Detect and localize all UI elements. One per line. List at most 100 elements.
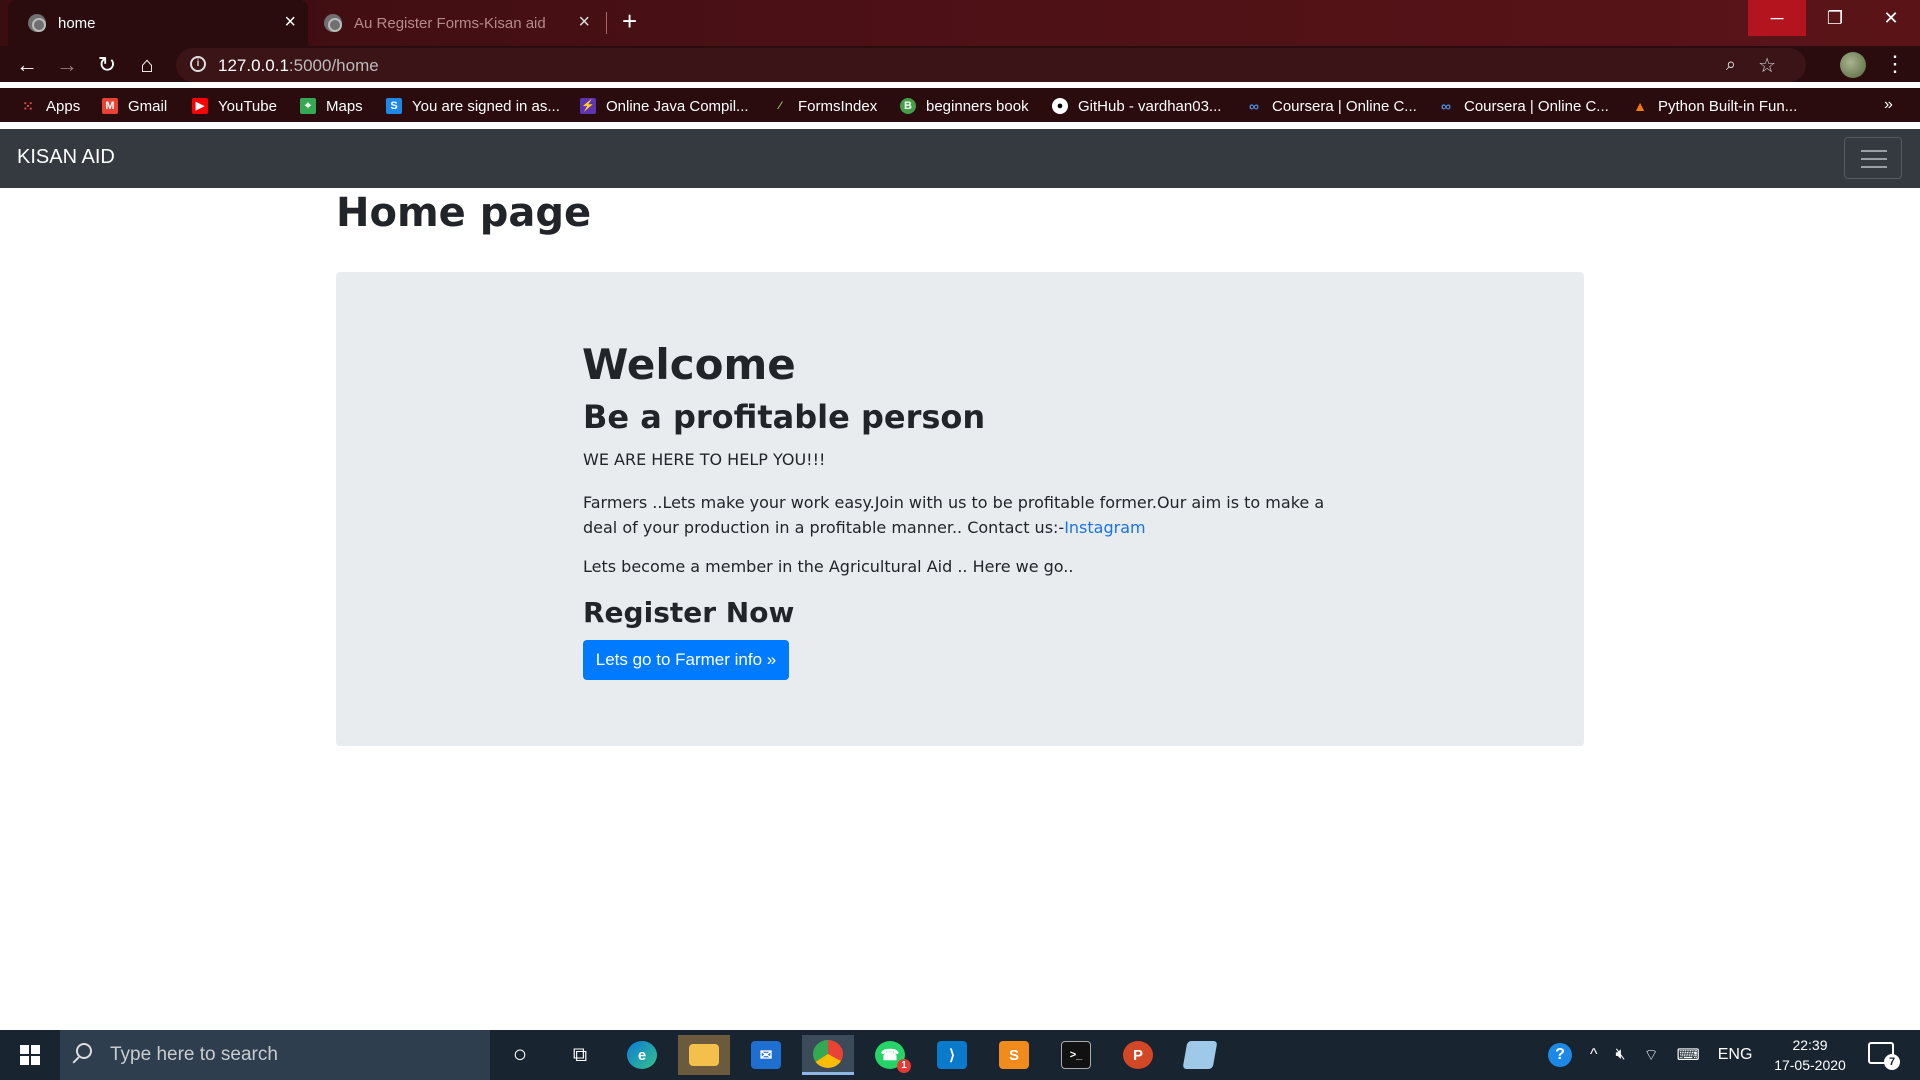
- intro-text: Farmers ..Lets make your work easy.Join …: [583, 493, 1325, 537]
- minimize-button[interactable]: ─: [1748, 0, 1806, 36]
- bookmark-java-compiler[interactable]: ⚡ Online Java Compil...: [580, 95, 749, 117]
- bookmark-label: Maps: [326, 97, 363, 115]
- bookmark-python[interactable]: ▲ Python Built-in Fun...: [1632, 95, 1797, 117]
- gmail-icon: M: [102, 98, 118, 114]
- language-indicator[interactable]: ENG: [1718, 1046, 1753, 1064]
- edge-icon[interactable]: e: [616, 1035, 668, 1075]
- coursera-icon: ∞: [1441, 98, 1451, 114]
- whatsapp-icon[interactable]: ☎ 1: [864, 1035, 916, 1075]
- profile-avatar[interactable]: [1840, 52, 1866, 78]
- keyboard-icon[interactable]: ⌨: [1677, 1045, 1700, 1065]
- forward-arrow-icon[interactable]: →: [54, 52, 80, 78]
- system-tray: ? ^ 🔇︎ ⌔ ⌨ ENG: [1548, 1030, 1752, 1080]
- brand-link[interactable]: KISAN AID: [17, 146, 115, 169]
- github-icon: ●: [1052, 98, 1068, 114]
- back-arrow-icon[interactable]: ←: [14, 52, 40, 78]
- farmer-info-button[interactable]: Lets go to Farmer info »: [583, 640, 789, 680]
- cortana-icon[interactable]: ○: [494, 1035, 546, 1075]
- sublime-icon[interactable]: S: [988, 1035, 1040, 1075]
- more-menu-icon[interactable]: ⋮: [1884, 50, 1906, 78]
- bookmark-coursera-2[interactable]: ∞ Coursera | Online C...: [1438, 95, 1609, 117]
- close-tab-icon[interactable]: ×: [578, 12, 590, 32]
- taskbar-search-box[interactable]: Type here to search: [60, 1030, 490, 1080]
- tab-separator: [606, 12, 607, 34]
- clock-date: 17-05-2020: [1774, 1057, 1846, 1073]
- bookmark-maps[interactable]: ⌖ Maps: [300, 95, 363, 117]
- page-title: Home page: [336, 190, 592, 236]
- vscode-icon[interactable]: ⟩: [926, 1035, 978, 1075]
- zoom-icon[interactable]: ⌕: [1726, 54, 1736, 75]
- terminal-icon[interactable]: >_: [1050, 1035, 1102, 1075]
- reload-icon[interactable]: ↻: [94, 52, 120, 78]
- hamburger-line: [1861, 166, 1887, 168]
- bookmark-label: Apps: [46, 97, 81, 115]
- bookmark-apps[interactable]: ⁙ Apps: [20, 95, 80, 117]
- info-icon[interactable]: i: [190, 56, 206, 72]
- bookmark-label: Coursera | Online C...: [1272, 97, 1417, 115]
- bookmark-label: GitHub - vardhan03...: [1078, 97, 1222, 115]
- bookmark-signed-in[interactable]: S You are signed in as...: [386, 95, 560, 117]
- apps-grid-icon: ⁙: [22, 98, 34, 114]
- bookmarks-bar: ⁙ Apps M Gmail ▶ YouTube ⌖ Maps S You are sig…: [0, 88, 1920, 122]
- hamburger-line: [1861, 158, 1887, 160]
- system-clock[interactable]: 22:39 17-05-2020: [1770, 1035, 1850, 1075]
- coursera-icon: ∞: [1249, 98, 1259, 114]
- bookmark-gmail[interactable]: M Gmail: [102, 95, 167, 117]
- home-icon[interactable]: ⌂: [134, 52, 160, 78]
- file-explorer-icon[interactable]: [678, 1035, 730, 1075]
- close-window-button[interactable]: ✕: [1862, 0, 1920, 36]
- bookmark-beginners-book[interactable]: Bbeginners book: [900, 95, 1029, 117]
- mail-icon[interactable]: ✉: [740, 1035, 792, 1075]
- bookmark-github[interactable]: ● GitHub - vardhan03...: [1052, 95, 1221, 117]
- navbar-toggler-button[interactable]: [1844, 137, 1902, 179]
- url-text[interactable]: 127.0.0.1:5000/home: [218, 56, 379, 76]
- browser-tab-strip: home × Au Register Forms-Kisan aid × + ─…: [0, 0, 1920, 46]
- chrome-icon[interactable]: [802, 1035, 854, 1075]
- bookmark-label: You are signed in as...: [412, 97, 560, 115]
- site-navbar: KISAN AID: [0, 129, 1920, 188]
- forms-icon: ⁄: [779, 100, 781, 112]
- bookmarks-overflow-icon[interactable]: »: [1884, 96, 1893, 114]
- instagram-link[interactable]: Instagram: [1064, 518, 1145, 537]
- windows-taskbar: Type here to search ○ ⧉ e ✉ ☎ 1 ⟩ S >_ P …: [0, 1030, 1920, 1080]
- maps-icon: ⌖: [300, 98, 316, 114]
- bookmark-coursera-1[interactable]: ∞ Coursera | Online C...: [1246, 95, 1417, 117]
- plus-icon[interactable]: +: [622, 8, 637, 34]
- bookmark-label: YouTube: [218, 97, 277, 115]
- wifi-icon[interactable]: ⌔: [1644, 1045, 1659, 1065]
- notification-count: 7: [1884, 1054, 1900, 1070]
- member-text: Lets become a member in the Agricultural…: [583, 557, 1074, 576]
- register-heading: Register Now: [583, 596, 795, 629]
- speaker-muted-icon[interactable]: 🔇︎: [1616, 1046, 1626, 1064]
- powerpoint-icon[interactable]: P: [1112, 1035, 1164, 1075]
- help-text: WE ARE HERE TO HELP YOU!!!: [583, 450, 826, 469]
- welcome-heading: Welcome: [582, 340, 796, 389]
- b-icon: B: [900, 98, 916, 114]
- bookmark-youtube[interactable]: ▶ YouTube: [192, 95, 277, 117]
- bookmark-label: Online Java Compil...: [606, 97, 749, 115]
- notepad-icon[interactable]: [1174, 1035, 1226, 1075]
- help-icon[interactable]: ?: [1548, 1043, 1572, 1067]
- bookmark-formsindex[interactable]: ⁄ FormsIndex: [772, 95, 877, 117]
- tab-register-forms[interactable]: Au Register Forms-Kisan aid ×: [310, 0, 602, 46]
- task-view-icon[interactable]: ⧉: [554, 1035, 606, 1075]
- tab-home[interactable]: home ×: [8, 0, 308, 46]
- start-button[interactable]: [0, 1030, 60, 1080]
- globe-icon: [28, 14, 46, 32]
- bookmark-label: Coursera | Online C...: [1464, 97, 1609, 115]
- bookmark-label: FormsIndex: [798, 97, 878, 115]
- close-tab-icon[interactable]: ×: [284, 12, 296, 32]
- url-path: :5000/home: [288, 56, 379, 75]
- bookmark-label: beginners book: [926, 97, 1029, 115]
- action-center-icon[interactable]: 7: [1868, 1042, 1900, 1070]
- search-icon: [76, 1043, 92, 1059]
- clock-time: 22:39: [1792, 1037, 1828, 1053]
- maximize-button[interactable]: ❐: [1806, 0, 1864, 36]
- address-bar[interactable]: i 127.0.0.1:5000/home ⌕ ☆: [176, 48, 1806, 82]
- windows-logo-icon: [20, 1045, 40, 1065]
- jumbotron: Welcome Be a profitable person WE ARE HE…: [336, 272, 1584, 746]
- chevron-up-icon[interactable]: ^: [1590, 1046, 1598, 1064]
- bookmark-star-icon[interactable]: ☆: [1758, 53, 1776, 78]
- s-icon: S: [386, 98, 402, 114]
- notification-badge: 1: [897, 1059, 911, 1073]
